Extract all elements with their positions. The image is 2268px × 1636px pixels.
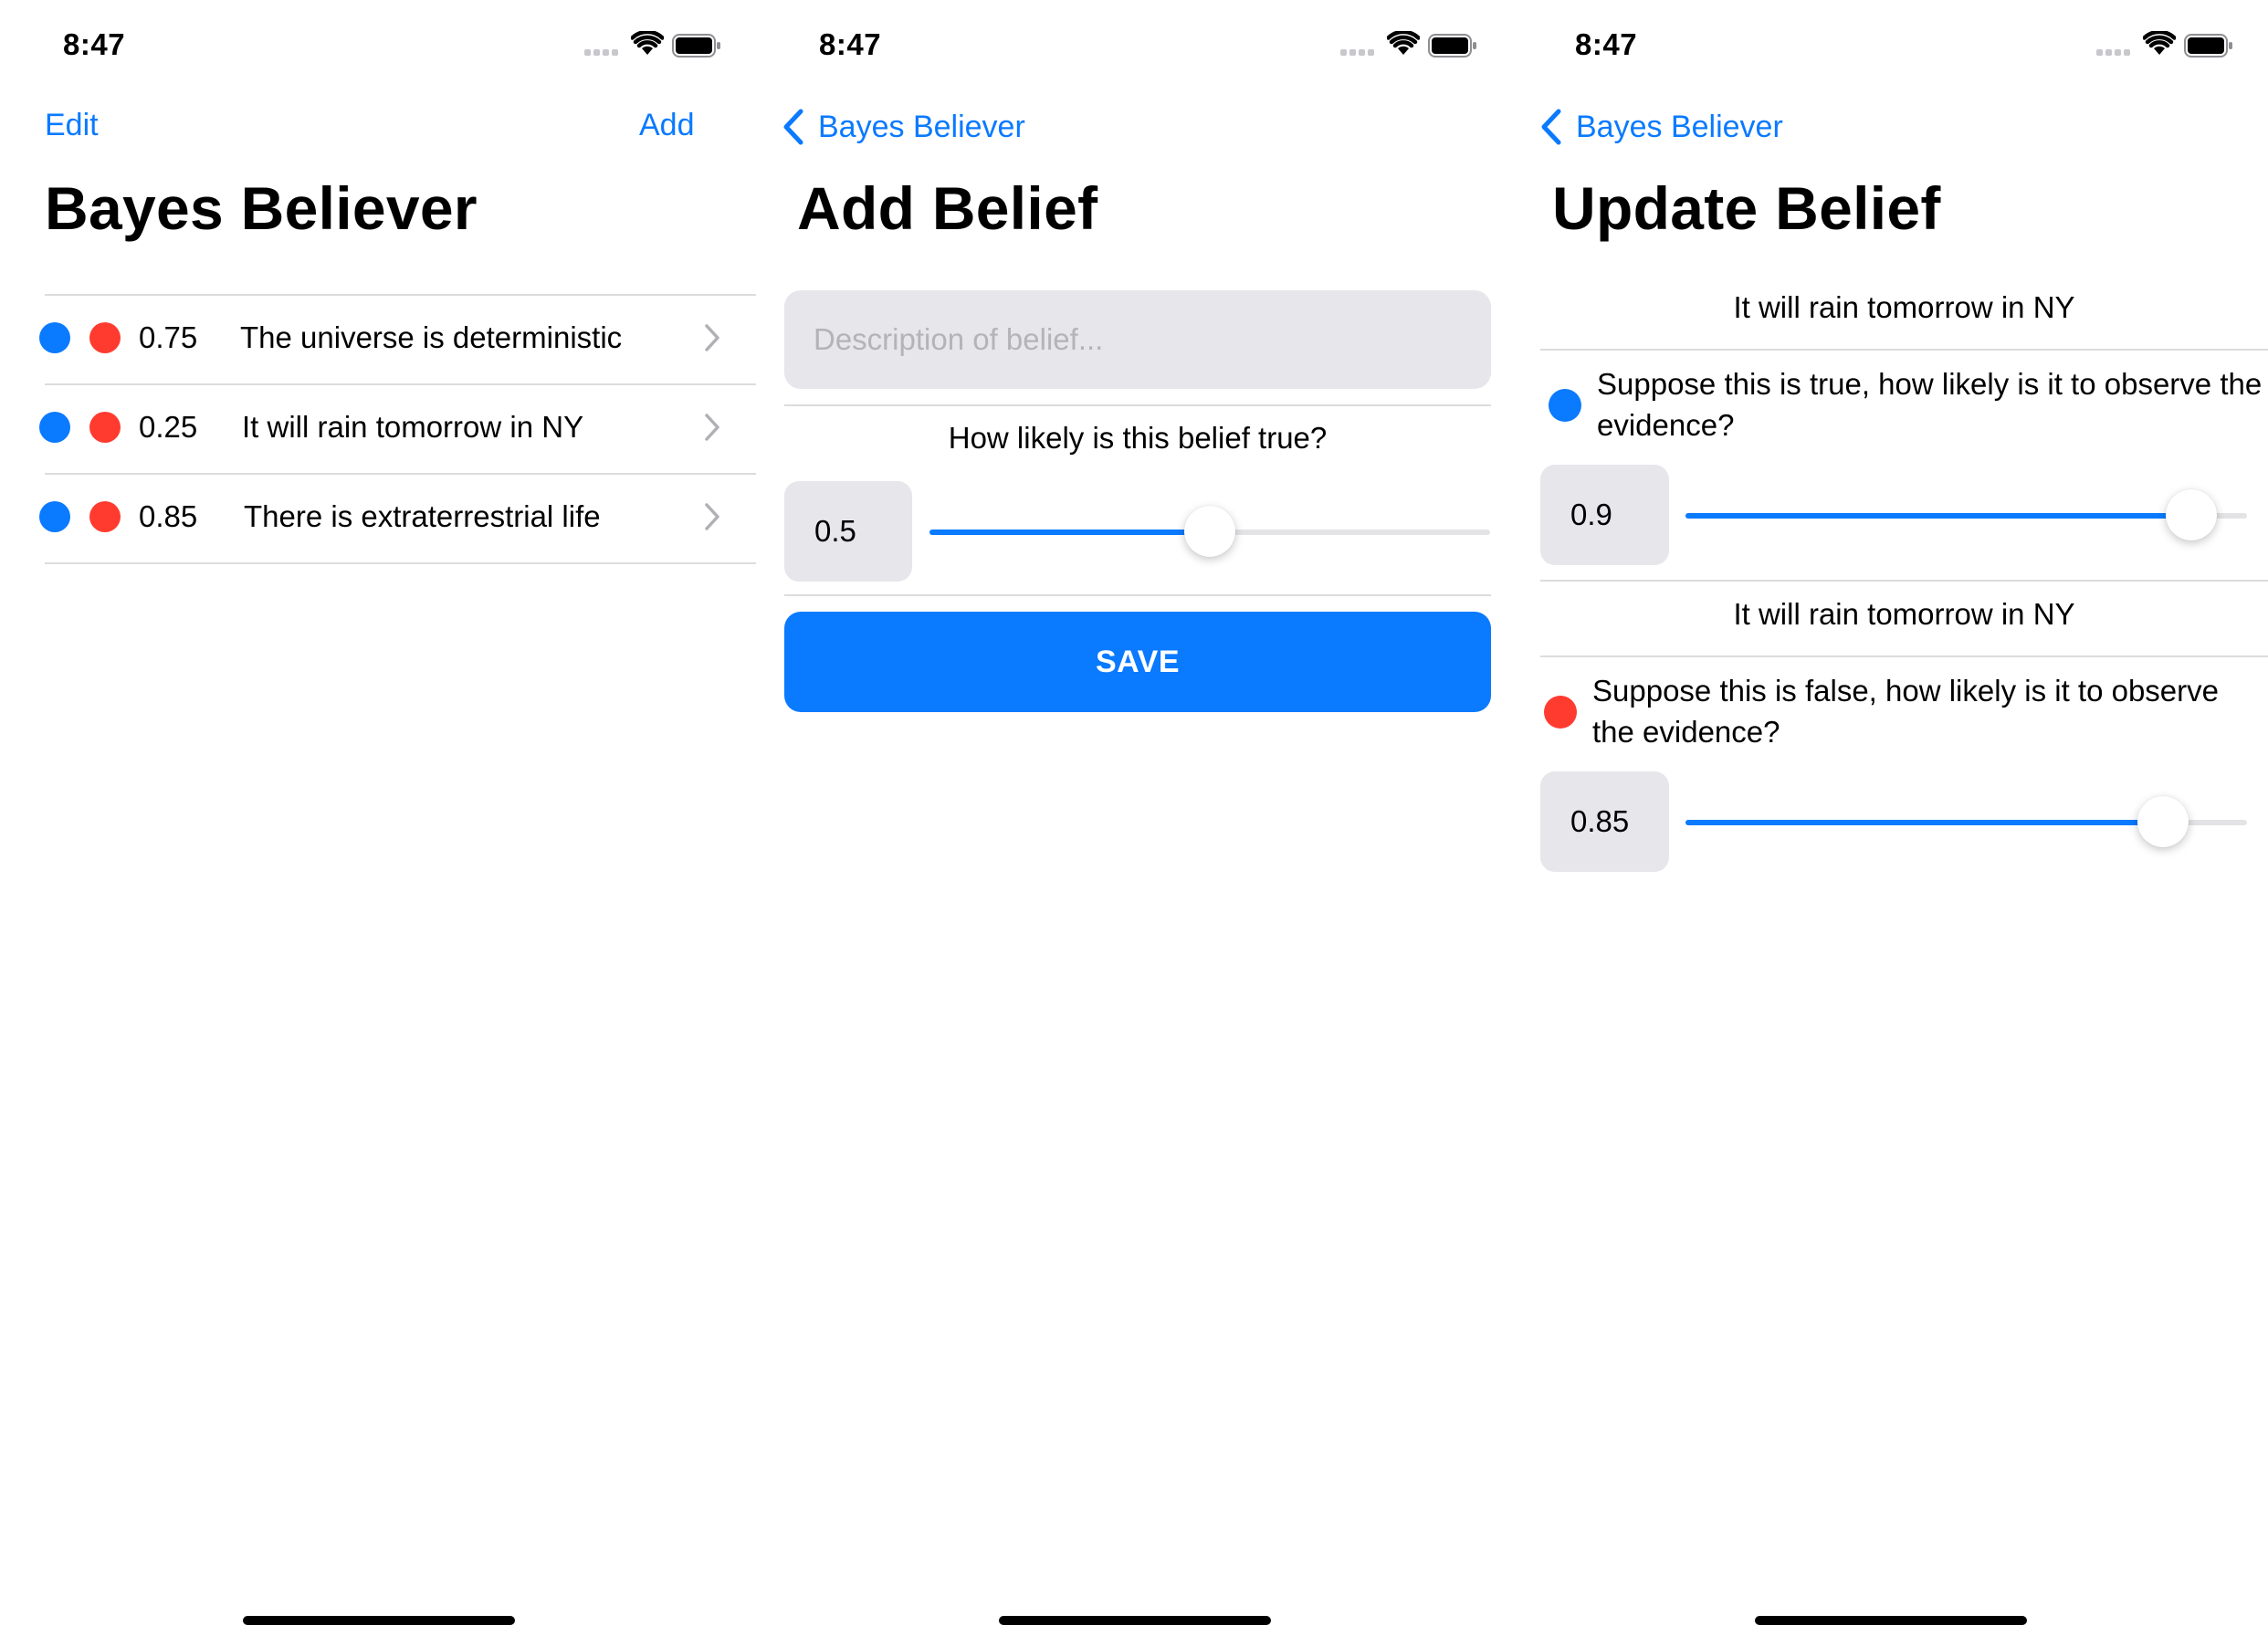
slider-thumb[interactable] [1184,506,1235,557]
home-indicator [999,1616,1271,1625]
belief-probability: 0.75 [139,320,198,354]
home-indicator [1755,1616,2027,1625]
divider [45,383,756,385]
back-button[interactable]: Bayes Believer [782,108,1025,146]
false-dot [1544,696,1577,729]
cellular-signal-icon [1340,49,1375,56]
add-button[interactable]: Add [639,108,695,143]
likelihood-true-value: 0.9 [1540,465,1669,565]
page-title: Update Belief [1552,174,1941,242]
likelihood-true-slider[interactable] [1685,488,2247,542]
battery-icon [1428,34,1476,58]
status-time: 8:47 [63,27,126,61]
status-time: 8:47 [1575,27,1638,61]
status-bar: 8:47 [756,0,1512,91]
cellular-signal-icon [584,49,619,56]
belief-row[interactable]: 0.85 There is extraterrestrial life [37,477,756,557]
true-probability-dot [39,322,70,353]
belief-text: It will rain tomorrow in NY [1733,597,2075,631]
belief-description-input[interactable] [784,290,1491,389]
divider [1540,655,2268,657]
divider [784,594,1491,596]
belief-description-field[interactable] [784,290,1491,389]
chevron-right-icon [705,414,719,441]
slider-thumb[interactable] [2137,796,2189,847]
likelihood-true-text: Suppose this is true, how likely is it t… [1597,367,2263,442]
false-probability-dot [89,412,121,443]
back-button-label: Bayes Believer [1576,109,1783,144]
wifi-icon [631,31,664,55]
true-probability-dot [39,501,70,532]
divider [45,562,756,564]
false-probability-dot [89,501,121,532]
wifi-icon [1387,31,1420,55]
chevron-right-icon [705,324,719,351]
divider [45,473,756,475]
divider [784,404,1491,406]
status-bar: 8:47 [1512,0,2268,91]
status-time: 8:47 [819,27,882,61]
belief-text: It will rain tomorrow in NY [1733,290,2075,324]
back-button[interactable]: Bayes Believer [1539,108,1783,146]
prior-value: 0.5 [784,481,912,582]
battery-icon [672,34,720,58]
likelihood-false-text: Suppose this is false, how likely is it … [1592,674,2219,749]
page-title: Bayes Believer [45,174,478,242]
belief-text: There is extraterrestrial life [244,499,601,533]
slider-fill [929,530,1210,535]
likelihood-false-slider[interactable] [1685,794,2247,849]
belief-list-screen: 8:47 Edit Add Bayes Believer 0.75 The un… [0,0,756,1636]
back-button-label: Bayes Believer [818,109,1025,144]
belief-row[interactable]: 0.75 The universe is deterministic [37,298,756,378]
chevron-left-icon [1541,109,1561,145]
battery-icon [2184,34,2232,58]
likelihood-false-value: 0.85 [1540,771,1669,872]
divider [1540,349,2268,351]
likelihood-true-question: Suppose this is true, how likely is it t… [1512,363,2268,446]
chevron-left-icon [783,109,803,145]
belief-row[interactable]: 0.25 It will rain tomorrow in NY [37,387,756,467]
status-bar: 8:47 [0,0,756,91]
false-probability-dot [89,322,121,353]
slider-fill [1685,513,2191,519]
belief-probability: 0.85 [139,499,198,533]
add-belief-screen: 8:47 Bayes Believer Add Belief How likel… [756,0,1512,1636]
page-title: Add Belief [797,174,1098,242]
cellular-signal-icon [2096,49,2131,56]
divider [45,294,756,296]
true-probability-dot [39,412,70,443]
update-belief-screen: 8:47 Bayes Believer Update Belief It wil… [1512,0,2268,1636]
slider-thumb[interactable] [2165,489,2217,540]
likelihood-false-question: Suppose this is false, how likely is it … [1512,670,2268,752]
divider [1540,580,2268,582]
save-button[interactable]: SAVE [784,612,1491,712]
home-indicator [243,1616,515,1625]
belief-text: It will rain tomorrow in NY [242,410,584,444]
prior-slider[interactable] [929,504,1490,559]
edit-button[interactable]: Edit [45,108,99,143]
prior-question: How likely is this belief true? [948,421,1328,455]
wifi-icon [2143,31,2176,55]
slider-fill [1685,820,2163,825]
belief-text: The universe is deterministic [240,320,623,354]
true-dot [1549,389,1581,422]
belief-probability: 0.25 [139,410,198,444]
chevron-right-icon [705,503,719,530]
